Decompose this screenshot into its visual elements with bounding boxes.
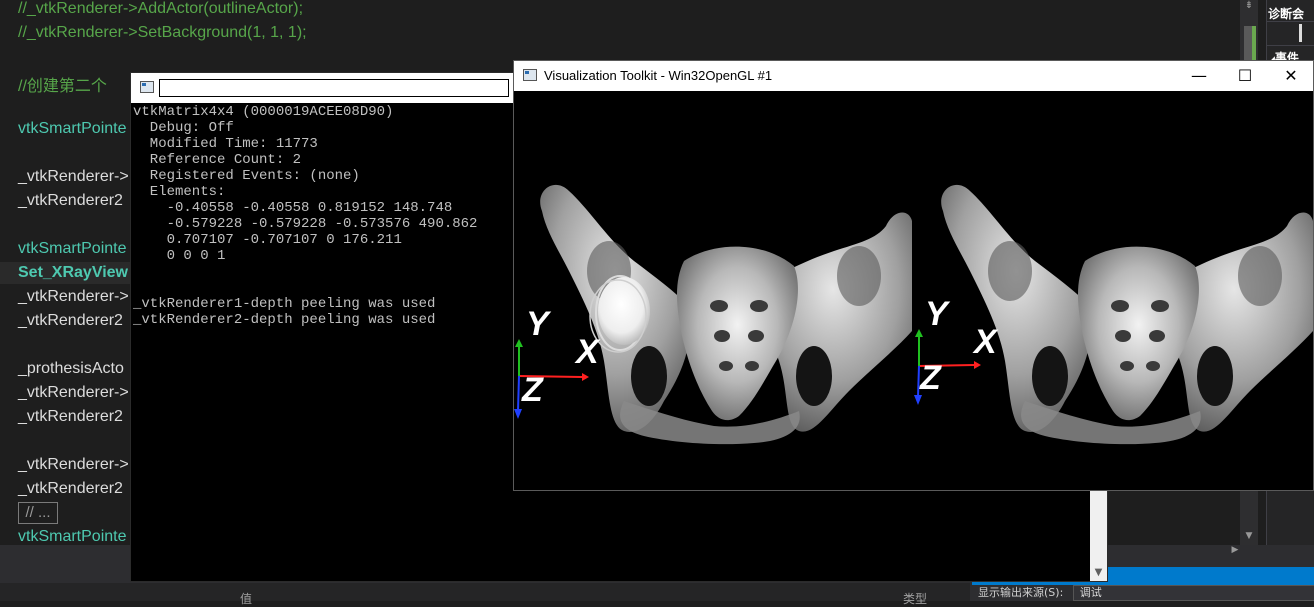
console-line: 0 0 0 1 [133,248,226,264]
maximize-button[interactable]: ☐ [1222,61,1268,91]
axis-label-z: Z [919,359,942,397]
code-line: _vtkRenderer-> [18,168,129,185]
console-line: vtkMatrix4x4 (0000019ACEE08D90) [133,104,394,120]
console-line: Debug: Off [133,120,234,136]
code-line: //_vtkRenderer->SetBackground(1, 1, 1); [18,24,307,41]
vtk-viewports[interactable]: Y X Z Y X Z [514,91,1313,490]
console-app-icon [140,81,154,93]
x-axis-arrow-icon [974,361,981,369]
code-line: _vtkRenderer2 [18,312,123,329]
code-line: _vtkRenderer-> [18,456,129,473]
value-column-header[interactable]: 值 [240,590,252,607]
orientation-axes: Y X Z [514,305,601,419]
code-line: _vtkRenderer-> [18,288,129,305]
console-line: _vtkRenderer2-depth peeling was used [133,312,436,328]
scroll-right-arrow-icon[interactable]: ▶ [1229,545,1241,557]
console-output: vtkMatrix4x4 (0000019ACEE08D90) Debug: O… [133,104,477,328]
axis-label-y: Y [925,295,951,333]
code-line: _vtkRenderer2 [18,480,123,497]
close-button[interactable]: ✕ [1268,61,1314,91]
code-line: vtkSmartPointe [18,528,127,545]
console-line: Registered Events: (none) [133,168,360,184]
code-line: vtkSmartPointe [18,120,127,137]
vtk-render-window[interactable]: Visualization Toolkit - Win32OpenGL #1 —… [513,60,1314,491]
z-axis-line [517,375,520,412]
minimize-button[interactable]: — [1176,61,1222,91]
code-line: vtkSmartPointe [18,240,127,257]
code-line: _prothesisActo [18,360,124,377]
left-viewport[interactable]: Y X Z [514,184,912,445]
right-viewport[interactable]: Y X Z [914,184,1313,445]
output-source-label: 显示输出来源(S): [978,586,1064,599]
console-title-redacted [159,79,509,97]
type-column-header[interactable]: 类型 [903,590,927,607]
divider [1266,45,1314,46]
y-axis-arrow-icon [515,339,523,347]
code-line: _vtkRenderer-> [18,384,129,401]
console-line: Reference Count: 2 [133,152,302,168]
console-line: 0.707107 -0.707107 0 176.211 [133,232,402,248]
locals-header-bar [0,583,970,601]
tab-diagnostics[interactable]: 诊断会 [1268,5,1304,22]
y-axis-arrow-icon [915,329,923,337]
scrollbar-thumb[interactable] [1244,26,1252,64]
collapsed-region[interactable]: // ... [18,502,58,524]
code-line: Set_XRayView [18,264,128,281]
scroll-down-arrow-icon[interactable]: ▼ [1242,531,1256,543]
panel-slider-handle[interactable] [1299,24,1302,42]
vtk-app-icon [523,69,537,81]
code-line: //创建第二个 [18,78,107,95]
x-axis-arrow-icon [582,373,589,381]
z-axis-line [917,365,920,398]
orientation-axes: Y X Z [914,295,999,405]
output-toolbar: 显示输出来源(S): 调试 [972,585,1314,601]
vtk-titlebar[interactable]: Visualization Toolkit - Win32OpenGL #1 —… [514,61,1313,91]
output-source-select[interactable]: 调试 [1072,585,1314,601]
code-line: _vtkRenderer2 [18,192,123,209]
console-line: -0.40558 -0.40558 0.819152 148.748 [133,200,453,216]
axis-label-z: Z [521,371,544,409]
console-line: Elements: [133,184,226,200]
code-line: //_vtkRenderer->AddActor(outlineActor); [18,0,304,17]
window-title: Visualization Toolkit - Win32OpenGL #1 [544,68,773,83]
scroll-split-icon[interactable]: ⇟ [1242,0,1256,14]
console-line: Modified Time: 11773 [133,136,318,152]
axis-label-x: X [574,333,601,371]
axis-label-x: X [972,323,999,361]
divider [1266,21,1314,22]
axis-label-y: Y [526,305,552,343]
z-axis-arrow-icon [514,409,522,419]
console-line: _vtkRenderer1-depth peeling was used [133,296,436,312]
code-line: _vtkRenderer2 [18,408,123,425]
scroll-down-arrow-icon[interactable]: ▼ [1090,564,1107,581]
console-line: -0.579228 -0.579228 -0.573576 490.862 [133,216,478,232]
